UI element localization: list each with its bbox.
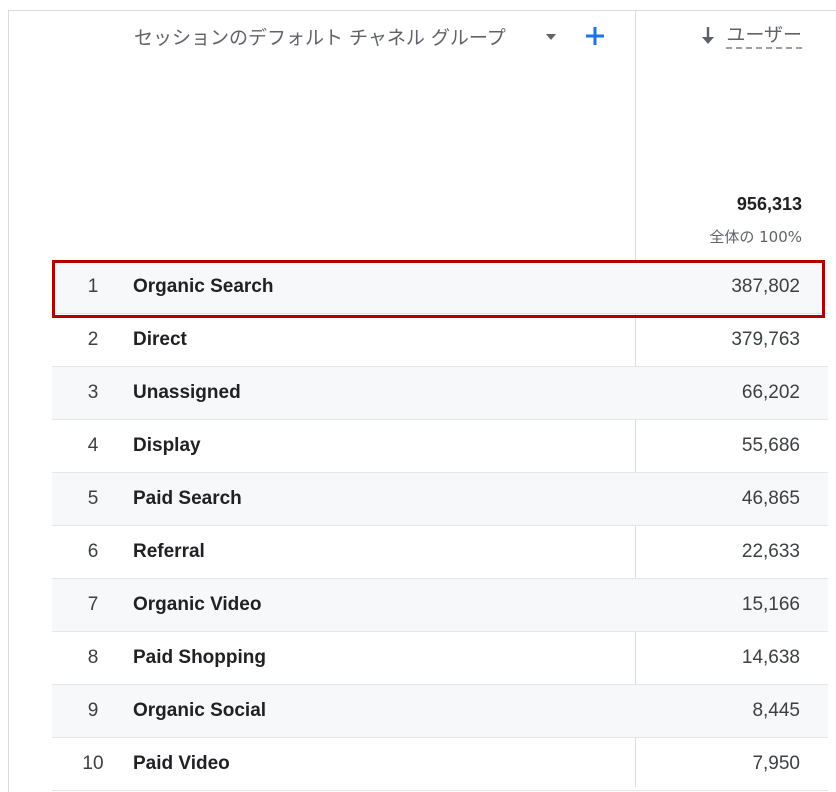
report-table-card: セッションのデフォルト チャネル グループ ユーザー 956,313 全体の 1… [0,0,836,792]
row-channel[interactable]: Organic Video [133,579,261,631]
table-row[interactable]: 1 Organic Search 387,802 [52,261,828,314]
arrow-down-icon [702,27,715,44]
row-users: 46,865 [741,488,800,509]
row-users: 8,445 [752,700,800,721]
row-users: 387,802 [731,276,800,297]
row-rank: 5 [87,488,99,509]
row-rank: 3 [87,382,99,403]
table-row[interactable]: 4 Display 55,686 [52,420,828,473]
table-row[interactable]: 3 Unassigned 66,202 [52,367,828,420]
row-channel[interactable]: Paid Search [133,473,242,525]
table-row[interactable]: 8 Paid Shopping 14,638 [52,632,828,685]
row-rank: 1 [87,276,99,297]
row-users: 22,633 [741,541,800,562]
row-rank: 9 [87,700,99,721]
row-users: 55,686 [741,435,800,456]
row-users: 379,763 [731,329,800,350]
dimension-column-header[interactable]: セッションのデフォルト チャネル グループ [134,22,506,50]
table-row[interactable]: 7 Organic Video 15,166 [52,579,828,632]
row-channel[interactable]: Paid Video [133,738,230,790]
row-channel[interactable]: Paid Shopping [133,632,266,684]
row-channel[interactable]: Organic Social [133,685,266,737]
table-row[interactable]: 10 Paid Video 7,950 [52,738,828,791]
row-rank: 7 [87,594,99,615]
caret-down-icon[interactable] [546,34,556,40]
total-users-value: 956,313 [736,194,802,214]
channel-table: 1 Organic Search 387,802 2 Direct 379,76… [52,261,828,791]
row-rank: 6 [87,541,99,562]
row-users: 66,202 [741,382,800,403]
table-row[interactable]: 5 Paid Search 46,865 [52,473,828,526]
table-row[interactable]: 2 Direct 379,763 [52,314,828,367]
table-row[interactable]: 6 Referral 22,633 [52,526,828,579]
plus-icon[interactable] [584,25,606,47]
users-column-header[interactable]: ユーザー [700,22,802,50]
row-channel[interactable]: Unassigned [133,367,241,419]
row-rank: 10 [82,753,104,774]
row-users: 7,950 [752,753,800,774]
row-users: 14,638 [741,647,800,668]
row-rank: 2 [87,329,99,350]
row-rank: 4 [87,435,99,456]
card-top-border [8,10,836,11]
total-percent-label: 全体の 100% [709,228,802,246]
row-users: 15,166 [741,594,800,615]
row-rank: 8 [87,647,99,668]
row-channel[interactable]: Display [133,420,201,472]
users-metric-label: ユーザー [726,24,802,49]
card-left-border [8,10,9,792]
row-channel[interactable]: Direct [133,314,187,366]
row-channel[interactable]: Referral [133,526,205,578]
table-row[interactable]: 9 Organic Social 8,445 [52,685,828,738]
row-channel[interactable]: Organic Search [133,261,273,313]
